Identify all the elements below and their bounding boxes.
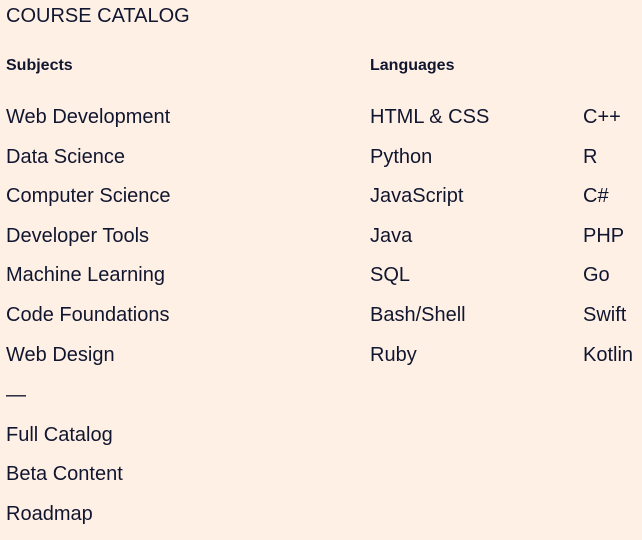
language-link[interactable]: C# [583,183,633,223]
roadmap-link[interactable]: Roadmap [6,501,123,540]
language-link[interactable]: Java [370,223,489,263]
language-link[interactable]: HTML & CSS [370,104,489,144]
separator: — [6,384,26,406]
language-link[interactable]: R [583,144,633,184]
language-link[interactable]: PHP [583,223,633,263]
language-link[interactable]: Go [583,262,633,302]
language-link[interactable]: Ruby [370,342,489,382]
languages-list-2: C++ R C# PHP Go Swift Kotlin [583,104,633,381]
subject-link[interactable]: Computer Science [6,183,171,223]
language-link[interactable]: Python [370,144,489,184]
extra-links: — Full Catalog Beta Content Roadmap [6,382,123,540]
subjects-heading: Subjects [6,57,73,74]
language-link[interactable]: Bash/Shell [370,302,489,342]
language-link[interactable]: JavaScript [370,183,489,223]
subject-link[interactable]: Developer Tools [6,223,171,263]
subject-link[interactable]: Machine Learning [6,262,171,302]
language-link[interactable]: Swift [583,302,633,342]
beta-content-link[interactable]: Beta Content [6,461,123,501]
language-link[interactable]: SQL [370,262,489,302]
catalog-title: COURSE CATALOG [6,5,190,27]
subject-link[interactable]: Web Design [6,342,171,382]
full-catalog-link[interactable]: Full Catalog [6,422,123,462]
languages-list-1: HTML & CSS Python JavaScript Java SQL Ba… [370,104,489,381]
subject-link[interactable]: Code Foundations [6,302,171,342]
subjects-list: Web Development Data Science Computer Sc… [6,104,171,381]
subject-link[interactable]: Web Development [6,104,171,144]
language-link[interactable]: C++ [583,104,633,144]
languages-heading: Languages [370,57,455,74]
subject-link[interactable]: Data Science [6,144,171,184]
language-link[interactable]: Kotlin [583,342,633,382]
